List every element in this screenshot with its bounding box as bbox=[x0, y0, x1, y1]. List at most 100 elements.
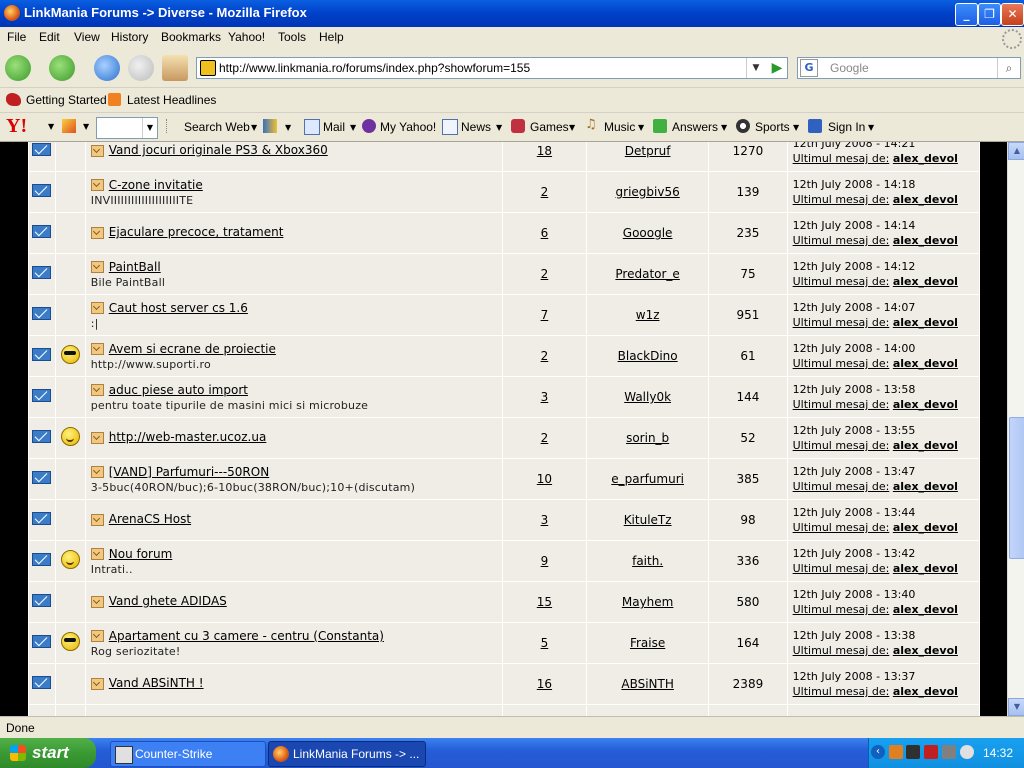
last-post-link[interactable]: Ultimul mesaj de: bbox=[793, 603, 890, 616]
author-link[interactable]: Fraise bbox=[630, 636, 665, 650]
last-post-link[interactable]: Ultimul mesaj de: bbox=[793, 316, 890, 329]
yahoo-games[interactable]: Games bbox=[530, 120, 569, 134]
topic-title-link[interactable]: C-zone invitatie bbox=[109, 178, 203, 192]
bookmark-latest-headlines[interactable]: Latest Headlines bbox=[127, 93, 216, 107]
last-post-link[interactable]: Ultimul mesaj de: bbox=[793, 275, 890, 288]
topic-title-link[interactable]: Vand jocuri originale PS3 & Xbox360 bbox=[109, 143, 328, 157]
task-counter-strike[interactable]: Counter-Strike bbox=[110, 741, 266, 767]
last-post-link[interactable]: Ultimul mesaj de: bbox=[793, 521, 890, 534]
security-shield-icon[interactable] bbox=[924, 745, 938, 759]
replies-link[interactable]: 5 bbox=[541, 636, 549, 650]
tray-expand-icon[interactable]: ‹ bbox=[871, 745, 885, 759]
url-bar[interactable]: http://www.linkmania.ro/forums/index.php… bbox=[196, 57, 788, 79]
topic-title-link[interactable]: Nou forum bbox=[109, 547, 173, 561]
search-icon[interactable]: ⌕ bbox=[997, 58, 1020, 78]
replies-link[interactable]: 10 bbox=[537, 472, 552, 486]
shield-arrow-icon[interactable]: ▼ bbox=[285, 123, 291, 132]
topic-title-link[interactable]: Ejaculare precoce, tratament bbox=[109, 225, 284, 239]
mail-icon[interactable] bbox=[32, 307, 52, 320]
replies-link[interactable]: 2 bbox=[541, 185, 549, 199]
replies-link[interactable]: 2 bbox=[541, 349, 549, 363]
mail-icon[interactable] bbox=[32, 594, 52, 607]
yahoo-mail[interactable]: Mail bbox=[323, 120, 345, 134]
menu-bookmarks[interactable]: Bookmarks bbox=[161, 30, 221, 44]
last-post-user[interactable]: alex_devol bbox=[893, 357, 958, 370]
last-post-user[interactable]: alex_devol bbox=[893, 644, 958, 657]
last-post-user[interactable]: alex_devol bbox=[893, 603, 958, 616]
mail-icon[interactable] bbox=[32, 512, 52, 525]
last-post-user[interactable]: alex_devol bbox=[893, 439, 958, 452]
replies-link[interactable]: 15 bbox=[537, 595, 552, 609]
last-post-user[interactable]: alex_devol bbox=[893, 398, 958, 411]
topic-title-link[interactable]: [VAND] Parfumuri---50RON bbox=[109, 465, 269, 479]
minimize-button[interactable]: _ bbox=[955, 3, 978, 26]
topic-title-link[interactable]: ArenaCS Host bbox=[109, 512, 191, 526]
topic-title-link[interactable]: Vand ghete ADIDAS bbox=[109, 594, 227, 608]
search-web-arrow-icon[interactable]: ▼ bbox=[251, 123, 257, 132]
topic-icon[interactable] bbox=[90, 431, 104, 444]
scroll-thumb[interactable] bbox=[1009, 417, 1024, 559]
author-link[interactable]: KituleTz bbox=[624, 513, 672, 527]
replies-link[interactable]: 6 bbox=[541, 226, 549, 240]
pencil-menu-arrow-icon[interactable]: ▼ bbox=[83, 122, 89, 131]
replies-link[interactable]: 3 bbox=[541, 390, 549, 404]
mail-icon[interactable] bbox=[32, 635, 52, 648]
home-button[interactable] bbox=[162, 55, 188, 81]
last-post-user[interactable]: alex_devol bbox=[893, 480, 958, 493]
mail-icon[interactable] bbox=[32, 143, 52, 156]
last-post-user[interactable]: alex_devol bbox=[893, 685, 958, 698]
stop-button[interactable] bbox=[128, 55, 154, 81]
author-link[interactable]: Gooogle bbox=[623, 226, 673, 240]
yahoo-sports[interactable]: Sports bbox=[755, 120, 790, 134]
vertical-scrollbar[interactable]: ▲ ▼ bbox=[1007, 142, 1024, 716]
forward-button[interactable] bbox=[49, 55, 75, 81]
topic-icon[interactable] bbox=[90, 226, 104, 239]
shield-icon[interactable] bbox=[263, 119, 277, 133]
window-title-bar[interactable]: LinkMania Forums -> Diverse - Mozilla Fi… bbox=[0, 0, 1024, 27]
yahoo-menu-arrow-icon[interactable]: ▼ bbox=[48, 122, 54, 131]
topic-title-link[interactable]: Apartament cu 3 camere - centru (Constan… bbox=[109, 629, 384, 643]
pencil-icon[interactable] bbox=[62, 119, 76, 133]
replies-link[interactable]: 18 bbox=[537, 144, 552, 158]
bookmark-getting-started[interactable]: Getting Started bbox=[26, 93, 107, 107]
author-link[interactable]: w1z bbox=[636, 308, 660, 322]
yahoo-sign-in[interactable]: Sign In bbox=[828, 120, 865, 134]
scroll-up-icon[interactable]: ▲ bbox=[1008, 142, 1024, 160]
author-link[interactable]: Wally0k bbox=[624, 390, 671, 404]
menu-history[interactable]: History bbox=[111, 30, 148, 44]
last-post-user[interactable]: alex_devol bbox=[893, 562, 958, 575]
author-link[interactable]: faith. bbox=[632, 554, 663, 568]
last-post-user[interactable]: alex_devol bbox=[893, 316, 958, 329]
close-button[interactable]: ✕ bbox=[1001, 3, 1024, 26]
games-arrow-icon[interactable]: ▼ bbox=[569, 123, 575, 132]
messenger-icon[interactable] bbox=[960, 745, 974, 759]
topic-title-link[interactable]: http://web-master.ucoz.ua bbox=[109, 430, 267, 444]
author-link[interactable]: sorin_b bbox=[626, 431, 669, 445]
topic-icon[interactable] bbox=[90, 302, 104, 314]
topic-icon[interactable] bbox=[90, 677, 104, 690]
search-bar[interactable]: G Google ⌕ bbox=[797, 57, 1021, 79]
start-button[interactable]: start bbox=[0, 738, 96, 768]
mail-icon[interactable] bbox=[32, 389, 52, 402]
author-link[interactable]: BlackDino bbox=[618, 349, 678, 363]
topic-title-link[interactable]: Vand ABSiNTH ! bbox=[109, 676, 204, 690]
last-post-link[interactable]: Ultimul mesaj de: bbox=[793, 562, 890, 575]
author-link[interactable]: Predator_e bbox=[615, 267, 679, 281]
last-post-link[interactable]: Ultimul mesaj de: bbox=[793, 357, 890, 370]
replies-link[interactable]: 9 bbox=[541, 554, 549, 568]
last-post-link[interactable]: Ultimul mesaj de: bbox=[793, 398, 890, 411]
last-post-link[interactable]: Ultimul mesaj de: bbox=[793, 439, 890, 452]
tray-app-icon[interactable] bbox=[889, 745, 903, 759]
url-dropdown-icon[interactable]: ▼ bbox=[746, 58, 765, 78]
topic-title-link[interactable]: aduc piese auto import bbox=[109, 383, 248, 397]
mail-icon[interactable] bbox=[32, 348, 52, 361]
replies-link[interactable]: 3 bbox=[541, 513, 549, 527]
author-link[interactable]: ABSiNTH bbox=[621, 677, 674, 691]
mail-icon[interactable] bbox=[32, 553, 52, 566]
replies-link[interactable]: 7 bbox=[541, 308, 549, 322]
last-post-user[interactable]: alex_devol bbox=[893, 234, 958, 247]
news-arrow-icon[interactable]: ▼ bbox=[496, 123, 502, 132]
author-link[interactable]: Detpruf bbox=[625, 144, 671, 158]
reload-button[interactable] bbox=[94, 55, 120, 81]
replies-link[interactable]: 2 bbox=[541, 267, 549, 281]
